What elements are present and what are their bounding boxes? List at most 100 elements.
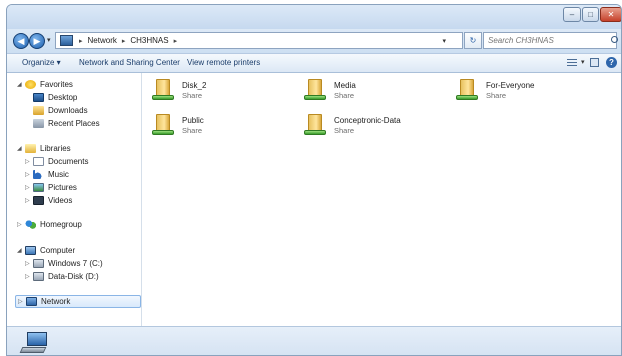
collapsed-arrow-icon[interactable]: ▷: [17, 221, 25, 228]
nav-label: Windows 7 (C:): [48, 258, 103, 268]
share-name: Media: [334, 81, 356, 90]
share-item-disk-2[interactable]: Disk_2 Share: [152, 77, 206, 109]
minimize-icon: –: [569, 10, 575, 19]
nav-homegroup[interactable]: ▷ Homegroup: [17, 218, 82, 230]
close-button[interactable]: ✕: [600, 7, 621, 22]
address-bar[interactable]: ▸ Network ▸ CH3HNAS ▸ ▾: [55, 32, 463, 49]
breadcrumb-network[interactable]: Network: [88, 36, 117, 45]
forward-button[interactable]: ▶: [29, 33, 45, 49]
nav-recent-places[interactable]: Recent Places: [33, 117, 100, 129]
shared-folder-icon: [456, 77, 482, 101]
homegroup-icon: [25, 219, 36, 229]
downloads-icon: [33, 105, 44, 115]
organize-button[interactable]: Organize ▾: [22, 58, 61, 67]
explorer-window: – □ ✕ ◀ ▶ ▾ ▸ Network ▸ CH3HNAS ▸ ▾ ↻ Or…: [6, 4, 622, 356]
share-name: Disk_2: [182, 81, 207, 90]
shared-folder-icon: [152, 112, 178, 136]
expand-arrow-icon[interactable]: ◢: [17, 145, 25, 152]
music-icon: [33, 169, 44, 179]
nav-label: Homegroup: [40, 219, 82, 229]
nav-drive-d[interactable]: ▷ Data-Disk (D:): [25, 270, 99, 282]
nav-documents[interactable]: ▷ Documents: [25, 155, 88, 167]
command-bar: Organize ▾ Network and Sharing Center Vi…: [7, 53, 621, 73]
back-arrow-icon: ◀: [17, 35, 25, 46]
share-name: For-Everyone: [486, 81, 535, 90]
address-row: ◀ ▶ ▾ ▸ Network ▸ CH3HNAS ▸ ▾ ↻: [7, 29, 621, 53]
collapsed-arrow-icon[interactable]: ▷: [25, 273, 33, 280]
desktop-icon: [33, 92, 44, 102]
share-name: Public: [182, 116, 204, 125]
share-item-for-everyone[interactable]: For-Everyone Share: [456, 77, 534, 109]
shared-folder-icon: [304, 112, 330, 136]
share-item-media[interactable]: Media Share: [304, 77, 356, 109]
share-type: Share: [486, 91, 507, 100]
nav-label: Videos: [48, 195, 73, 205]
breadcrumb-ch3hnas[interactable]: CH3HNAS: [130, 36, 168, 45]
refresh-button[interactable]: ↻: [464, 32, 482, 49]
nav-favorites[interactable]: ◢ Favorites: [17, 78, 73, 90]
collapsed-arrow-icon[interactable]: ▷: [25, 184, 33, 191]
search-icon[interactable]: [611, 36, 618, 43]
star-icon: [25, 79, 36, 89]
nav-label: Computer: [40, 245, 76, 255]
views-icon[interactable]: [567, 59, 577, 67]
nav-downloads[interactable]: Downloads: [33, 104, 88, 116]
address-history-dropdown[interactable]: ▾: [442, 37, 446, 45]
nav-drive-c[interactable]: ▷ Windows 7 (C:): [25, 257, 103, 269]
nav-label: Downloads: [48, 105, 88, 115]
collapsed-arrow-icon[interactable]: ▷: [25, 260, 33, 267]
views-dropdown[interactable]: ▾: [581, 58, 585, 66]
nav-network[interactable]: ▷ Network: [15, 295, 141, 308]
search-input[interactable]: [483, 32, 617, 49]
forward-arrow-icon: ▶: [33, 35, 41, 46]
expand-arrow-icon[interactable]: ◢: [17, 247, 25, 254]
chevron-right-icon[interactable]: ▸: [122, 37, 126, 45]
recent-places-icon: [33, 118, 44, 128]
expand-arrow-icon[interactable]: ◢: [17, 81, 25, 88]
nav-label: Pictures: [48, 182, 77, 192]
nav-desktop[interactable]: Desktop: [33, 91, 77, 103]
nav-computer[interactable]: ◢ Computer: [17, 244, 75, 256]
nav-label: Favorites: [40, 79, 73, 89]
nav-pictures[interactable]: ▷ Pictures: [25, 181, 77, 193]
share-item-conceptronic-data[interactable]: Conceptronic-Data Share: [304, 112, 401, 144]
libraries-icon: [25, 143, 36, 153]
share-type: Share: [182, 126, 203, 135]
shared-folder-icon: [152, 77, 178, 101]
share-type: Share: [334, 91, 355, 100]
collapsed-arrow-icon[interactable]: ▷: [25, 197, 33, 204]
videos-icon: [33, 195, 44, 205]
view-remote-printers-button[interactable]: View remote printers: [187, 58, 260, 67]
nav-label: Libraries: [40, 143, 71, 153]
nav-music[interactable]: ▷ Music: [25, 168, 69, 180]
network-icon: [26, 297, 37, 306]
recent-pages-dropdown[interactable]: ▾: [47, 36, 51, 44]
title-bar: – □ ✕: [7, 5, 621, 29]
pictures-icon: [33, 182, 44, 192]
nav-libraries[interactable]: ◢ Libraries: [17, 142, 71, 154]
nav-label: Documents: [48, 156, 89, 166]
drive-icon: [33, 258, 44, 268]
maximize-icon: □: [588, 10, 593, 19]
drive-icon: [33, 271, 44, 281]
maximize-button[interactable]: □: [582, 7, 599, 22]
chevron-right-icon[interactable]: ▸: [174, 37, 178, 45]
close-icon: ✕: [607, 10, 615, 19]
collapsed-arrow-icon[interactable]: ▷: [25, 158, 33, 165]
back-button[interactable]: ◀: [13, 33, 29, 49]
help-icon[interactable]: ?: [606, 57, 617, 68]
nav-label: Data-Disk (D:): [48, 271, 99, 281]
computer-icon: [25, 245, 36, 255]
network-sharing-center-button[interactable]: Network and Sharing Center: [79, 58, 180, 67]
details-pane: [7, 326, 621, 355]
nav-videos[interactable]: ▷ Videos: [25, 194, 72, 206]
share-item-public[interactable]: Public Share: [152, 112, 204, 144]
collapsed-arrow-icon[interactable]: ▷: [25, 171, 33, 178]
collapsed-arrow-icon[interactable]: ▷: [18, 298, 26, 305]
share-type: Share: [334, 126, 355, 135]
nav-label: Desktop: [48, 92, 78, 102]
chevron-right-icon[interactable]: ▸: [79, 37, 83, 45]
minimize-button[interactable]: –: [563, 7, 581, 22]
computer-icon: [19, 332, 49, 354]
preview-pane-icon[interactable]: [590, 58, 599, 67]
